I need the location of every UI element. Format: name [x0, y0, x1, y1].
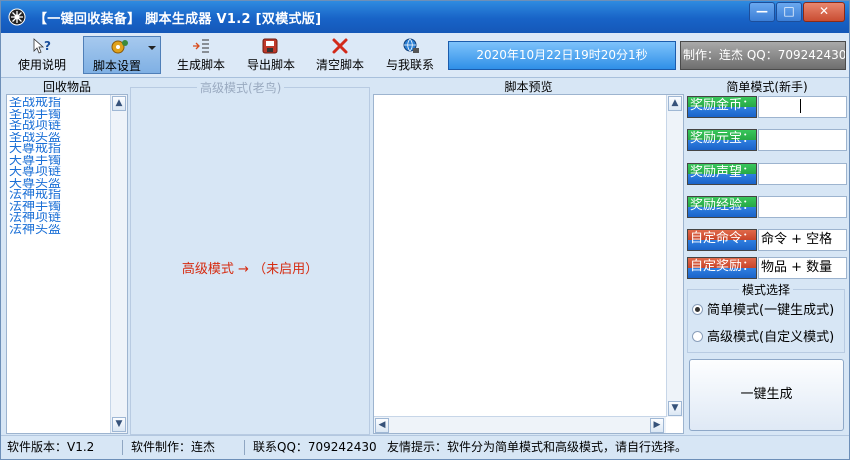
script-preview-header: 脚本预览 [504, 80, 553, 94]
recycle-items: 圣战戒指 圣战手镯 圣战项链 圣战头盔 天尊戒指 天尊手镯 天尊项链 天尊头盔 法神戒指 法神手镯… [9, 97, 109, 235]
custom-command-label: 自定命令： [687, 229, 757, 251]
scroll-up-icon[interactable]: ▲ [668, 96, 682, 111]
simple-mode-option[interactable]: 简单模式(一键生成式) [692, 302, 834, 320]
radio-checked-icon[interactable] [692, 304, 703, 315]
reward-yuanbao-label: 奖励元宝： [687, 129, 757, 151]
recycle-list-item[interactable]: 圣战手镯 [9, 109, 109, 121]
reward-gold-row: 奖励金币： [687, 96, 847, 118]
custom-reward-input[interactable]: 物品 + 数量 [758, 257, 847, 279]
maximize-button[interactable]: □ [776, 2, 802, 22]
recycle-list-item[interactable]: 天尊戒指 [9, 143, 109, 155]
status-divider [244, 440, 245, 455]
contact-icon [403, 38, 419, 53]
export-script-button[interactable]: 导出脚本 [239, 36, 303, 74]
contact-me-label: 与我联系 [385, 58, 434, 72]
text-caret [800, 99, 801, 113]
recycle-list-item[interactable]: 法神手镯 [9, 201, 109, 213]
export-script-label: 导出脚本 [246, 58, 295, 72]
reward-yuanbao-input[interactable] [758, 129, 847, 151]
svg-text:?: ? [44, 39, 51, 53]
reward-gold-label: 奖励金币： [687, 96, 757, 118]
contact-me-button[interactable]: 与我联系 [377, 36, 443, 74]
recycle-list-item[interactable]: 法神戒指 [9, 189, 109, 201]
generate-script-label: 生成脚本 [176, 58, 225, 72]
status-tip: 友情提示：软件分为简单模式和高级模式，请自行选择。 [387, 440, 688, 454]
recycle-items-header: 回收物品 [42, 80, 91, 94]
script-preview-textarea[interactable]: ▲ ▼ ◀ ▶ [373, 94, 684, 434]
status-version: 软件版本：V1.2 [7, 440, 95, 454]
generate-script-button[interactable]: 生成脚本 [169, 36, 233, 74]
simple-mode-header: 简单模式(新手) [726, 80, 808, 94]
status-divider [122, 440, 123, 455]
reward-exp-label: 奖励经验： [687, 196, 757, 218]
app-icon [8, 8, 26, 26]
export-icon [262, 38, 278, 54]
reward-gold-input[interactable] [758, 96, 847, 118]
reward-yuanbao-row: 奖励元宝： [687, 129, 847, 151]
clear-script-button[interactable]: 清空脚本 [308, 36, 372, 74]
script-settings-label: 脚本设置 [92, 59, 141, 73]
status-bar: 软件版本：V1.2 软件制作：连杰 联系QQ：709242430 友情提示：软件… [1, 435, 849, 459]
minimize-button[interactable]: — [749, 2, 775, 22]
recycle-list-item[interactable]: 法神头盔 [9, 224, 109, 236]
generate-icon [193, 39, 209, 53]
help-icon: ? [33, 38, 51, 54]
scroll-up-icon[interactable]: ▲ [112, 96, 126, 111]
one-click-generate-button[interactable]: 一键生成 [689, 359, 844, 431]
reward-exp-row: 奖励经验： [687, 196, 847, 218]
advanced-mode-option-label: 高级模式(自定义模式) [707, 330, 835, 345]
help-button[interactable]: ? 使用说明 [9, 36, 75, 74]
clear-icon [332, 38, 348, 54]
clear-script-label: 清空脚本 [315, 58, 364, 72]
simple-mode-option-label: 简单模式(一键生成式) [707, 303, 835, 318]
close-button[interactable]: ✕ [803, 2, 845, 22]
title-bar[interactable]: 【一键回收装备】 脚本生成器 V1.2 [双模式版] — □ ✕ [1, 1, 849, 33]
custom-command-row: 自定命令： 命令 + 空格 [687, 229, 847, 251]
window-title: 【一键回收装备】 脚本生成器 V1.2 [双模式版] [34, 12, 322, 27]
recycle-list-item[interactable]: 法神项链 [9, 212, 109, 224]
custom-reward-label: 自定奖励： [687, 257, 757, 279]
scroll-right-icon[interactable]: ▶ [650, 418, 664, 433]
simple-mode-panel: 简单模式(新手) 奖励金币： 奖励元宝： 奖励声望： 奖励经验： 自定命令： 命… [685, 77, 849, 434]
recycle-list-item[interactable]: 天尊项链 [9, 166, 109, 178]
recycle-list-item[interactable]: 圣战项链 [9, 120, 109, 132]
mode-select-title: 模式选择 [739, 281, 794, 298]
script-settings-button[interactable]: 脚本设置 [83, 36, 161, 74]
recycle-list-item[interactable]: 天尊头盔 [9, 178, 109, 190]
toolbar: ? 使用说明 脚本设置 生成脚本 导出脚本 清空脚本 与我联系 2020年10月… [1, 33, 849, 78]
recycle-items-list[interactable]: 圣战戒指 圣战手镯 圣战项链 圣战头盔 天尊戒指 天尊手镯 天尊项链 天尊头盔 法神戒指 法神手镯… [6, 94, 128, 434]
status-author: 软件制作：连杰 [131, 440, 216, 454]
reward-prestige-input[interactable] [758, 163, 847, 185]
scroll-down-icon[interactable]: ▼ [668, 401, 682, 416]
datetime-display: 2020年10月22日19时20分1秒 [448, 41, 676, 70]
scroll-left-icon[interactable]: ◀ [375, 418, 389, 433]
advanced-mode-group: 高级模式(老鸟) 高级模式 → （未启用） [130, 79, 370, 435]
mode-select-group: 模式选择 简单模式(一键生成式) 高级模式(自定义模式) [687, 281, 845, 353]
custom-command-input[interactable]: 命令 + 空格 [758, 229, 847, 251]
advanced-mode-option[interactable]: 高级模式(自定义模式) [692, 329, 834, 347]
radio-unchecked-icon[interactable] [692, 331, 703, 342]
recycle-list-item[interactable]: 天尊手镯 [9, 155, 109, 167]
main-window: 【一键回收装备】 脚本生成器 V1.2 [双模式版] — □ ✕ ? 使用说明 … [0, 0, 850, 460]
reward-exp-input[interactable] [758, 196, 847, 218]
custom-reward-row: 自定奖励： 物品 + 数量 [687, 257, 847, 279]
advanced-mode-title: 高级模式(老鸟) [197, 79, 285, 96]
preview-vertical-scrollbar[interactable]: ▲ ▼ [666, 95, 683, 417]
recycle-list-item[interactable]: 圣战头盔 [9, 132, 109, 144]
scroll-down-icon[interactable]: ▼ [112, 417, 126, 432]
recycle-list-scrollbar[interactable]: ▲ ▼ [110, 95, 127, 433]
reward-prestige-row: 奖励声望： [687, 163, 847, 185]
author-display: 制作：连杰 QQ：709242430 [680, 41, 846, 70]
recycle-list-item[interactable]: 圣战戒指 [9, 97, 109, 109]
reward-prestige-label: 奖励声望： [687, 163, 757, 185]
preview-horizontal-scrollbar[interactable]: ◀ ▶ [374, 416, 666, 433]
advanced-mode-message: 高级模式 → （未启用） [181, 262, 319, 277]
help-label: 使用说明 [17, 58, 66, 72]
settings-icon [111, 40, 156, 54]
status-qq: 联系QQ：709242430 [253, 440, 377, 454]
